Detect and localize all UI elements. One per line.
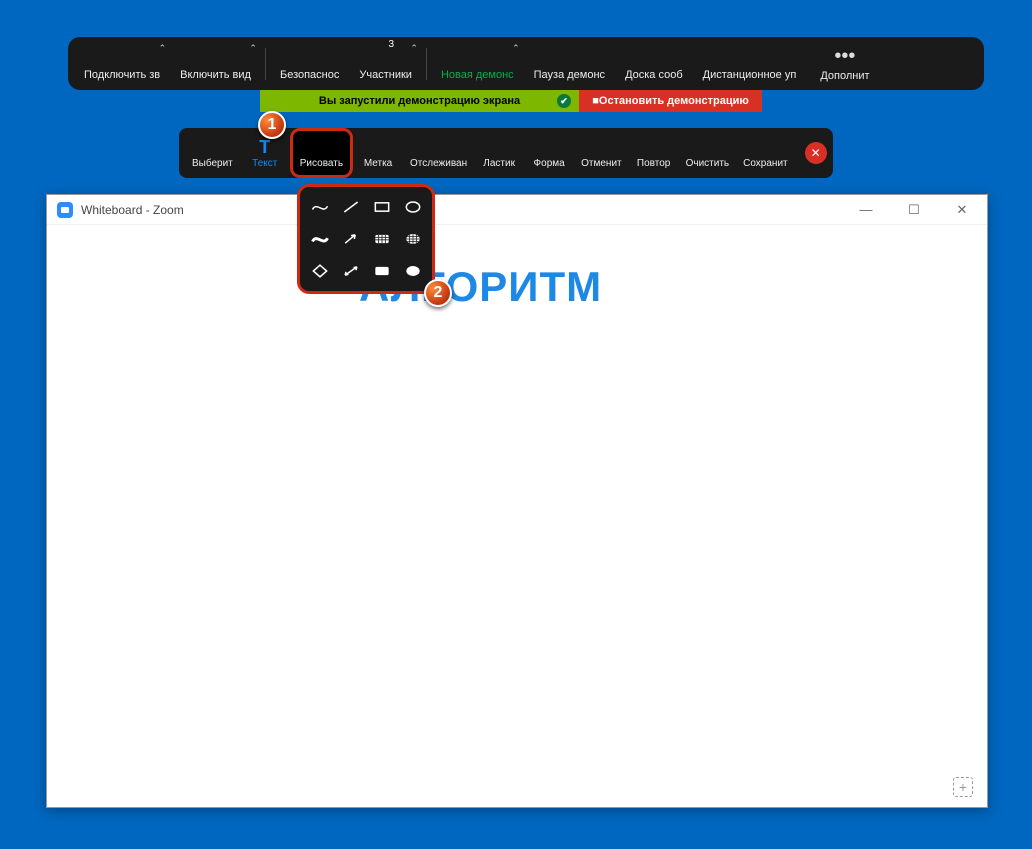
- new-share-button[interactable]: Новая демонс ⌃: [431, 37, 524, 90]
- shape-ellipse-grid[interactable]: [399, 225, 426, 253]
- clear-label: Очистить: [686, 158, 730, 169]
- spotlight-tool-button[interactable]: Отслеживан: [403, 128, 474, 178]
- redo-button[interactable]: Повтор: [629, 128, 679, 178]
- eraser-label: Ластик: [483, 158, 515, 169]
- select-tool-button[interactable]: Выберит: [185, 128, 240, 178]
- draw-tool-button[interactable]: Рисовать: [290, 128, 353, 178]
- shape-curve-thin[interactable]: [306, 193, 333, 221]
- pause-share-button[interactable]: Пауза демонс: [524, 37, 615, 90]
- callout-badge-1: 1: [258, 111, 286, 139]
- chevron-up-icon: ⌃: [410, 43, 418, 54]
- eraser-tool-button[interactable]: Ластик: [474, 128, 524, 178]
- pause-share-label: Пауза демонс: [534, 69, 605, 81]
- chevron-up-icon: ⌃: [512, 43, 520, 54]
- text-icon: T: [259, 138, 270, 158]
- audio-label: Подключить зв: [84, 69, 160, 81]
- more-button[interactable]: ••• Дополнит: [806, 45, 883, 82]
- redo-label: Повтор: [637, 158, 670, 169]
- meeting-controls-bar: Подключить зв ⌃ Включить вид ⌃ Безопасно…: [68, 37, 984, 90]
- format-label: Форма: [534, 158, 565, 169]
- shape-rect-grid[interactable]: [368, 225, 395, 253]
- shape-rect-outline[interactable]: [368, 193, 395, 221]
- undo-button[interactable]: Отменит: [574, 128, 628, 178]
- maximize-button[interactable]: ☐: [899, 202, 929, 218]
- sharing-indicator: Вы запустили демонстрацию экрана ✔: [260, 90, 579, 112]
- format-tool-button[interactable]: Форма: [524, 128, 574, 178]
- chevron-up-icon: ⌃: [159, 43, 167, 54]
- participants-button[interactable]: 3 Участники ⌃: [349, 37, 422, 90]
- new-share-label: Новая демонс: [441, 69, 514, 81]
- draw-shapes-popup: [297, 184, 435, 294]
- text-label: Текст: [252, 158, 277, 169]
- dots-icon: •••: [820, 45, 869, 68]
- shield-check-icon: ✔: [557, 94, 571, 108]
- chevron-up-icon: ⌃: [249, 43, 257, 54]
- shape-curve-thick[interactable]: [306, 225, 333, 253]
- shape-line[interactable]: [337, 193, 364, 221]
- separator: [426, 48, 427, 80]
- whiteboard-window: Whiteboard - Zoom — ☐ ✕ АЛГОРИТМ +: [46, 194, 988, 808]
- undo-label: Отменит: [581, 158, 621, 169]
- spotlight-label: Отслеживан: [410, 158, 467, 169]
- sharing-status-strip: Вы запустили демонстрацию экрана ✔ Остан…: [260, 90, 762, 112]
- clear-button[interactable]: Очистить: [679, 128, 737, 178]
- separator: [265, 48, 266, 80]
- shape-ellipse-fill[interactable]: [399, 257, 426, 285]
- shape-diamond[interactable]: [306, 257, 333, 285]
- participants-count: 3: [389, 39, 395, 50]
- whiteboard-label: Доска сооб: [625, 69, 683, 81]
- callout-badge-2: 2: [424, 279, 452, 307]
- join-audio-button[interactable]: Подключить зв ⌃: [74, 37, 170, 90]
- whiteboard-canvas[interactable]: АЛГОРИТМ +: [47, 225, 987, 807]
- stop-share-button[interactable]: Остановить демонстрацию: [579, 90, 762, 112]
- security-button[interactable]: Безопаснос: [270, 37, 349, 90]
- save-label: Сохранит: [743, 158, 787, 169]
- start-video-button[interactable]: Включить вид ⌃: [170, 37, 261, 90]
- participants-label: Участники: [359, 69, 412, 81]
- draw-label: Рисовать: [300, 158, 343, 169]
- window-title: Whiteboard - Zoom: [81, 203, 184, 217]
- add-page-button[interactable]: +: [953, 777, 973, 797]
- close-button[interactable]: ✕: [947, 202, 977, 218]
- minimize-button[interactable]: —: [851, 202, 881, 218]
- more-label: Дополнит: [820, 70, 869, 82]
- whiteboard-button[interactable]: Доска сооб: [615, 37, 693, 90]
- security-label: Безопаснос: [280, 69, 339, 81]
- close-toolbar-button[interactable]: ✕: [805, 142, 827, 164]
- stamp-label: Метка: [364, 158, 392, 169]
- sharing-text: Вы запустили демонстрацию экрана: [319, 95, 520, 107]
- shape-arrow[interactable]: [337, 225, 364, 253]
- stop-share-label: Остановить демонстрацию: [599, 95, 749, 107]
- stamp-tool-button[interactable]: Метка: [353, 128, 403, 178]
- video-label: Включить вид: [180, 69, 251, 81]
- window-controls: — ☐ ✕: [851, 202, 977, 218]
- shape-rect-fill[interactable]: [368, 257, 395, 285]
- remote-label: Дистанционное уп: [703, 69, 797, 81]
- shape-ellipse-outline[interactable]: [399, 193, 426, 221]
- window-titlebar[interactable]: Whiteboard - Zoom — ☐ ✕: [47, 195, 987, 225]
- zoom-logo-icon: [57, 202, 73, 218]
- shape-double-arrow[interactable]: [337, 257, 364, 285]
- save-button[interactable]: Сохранит: [736, 128, 794, 178]
- remote-control-button[interactable]: Дистанционное уп: [693, 37, 807, 90]
- select-label: Выберит: [192, 158, 233, 169]
